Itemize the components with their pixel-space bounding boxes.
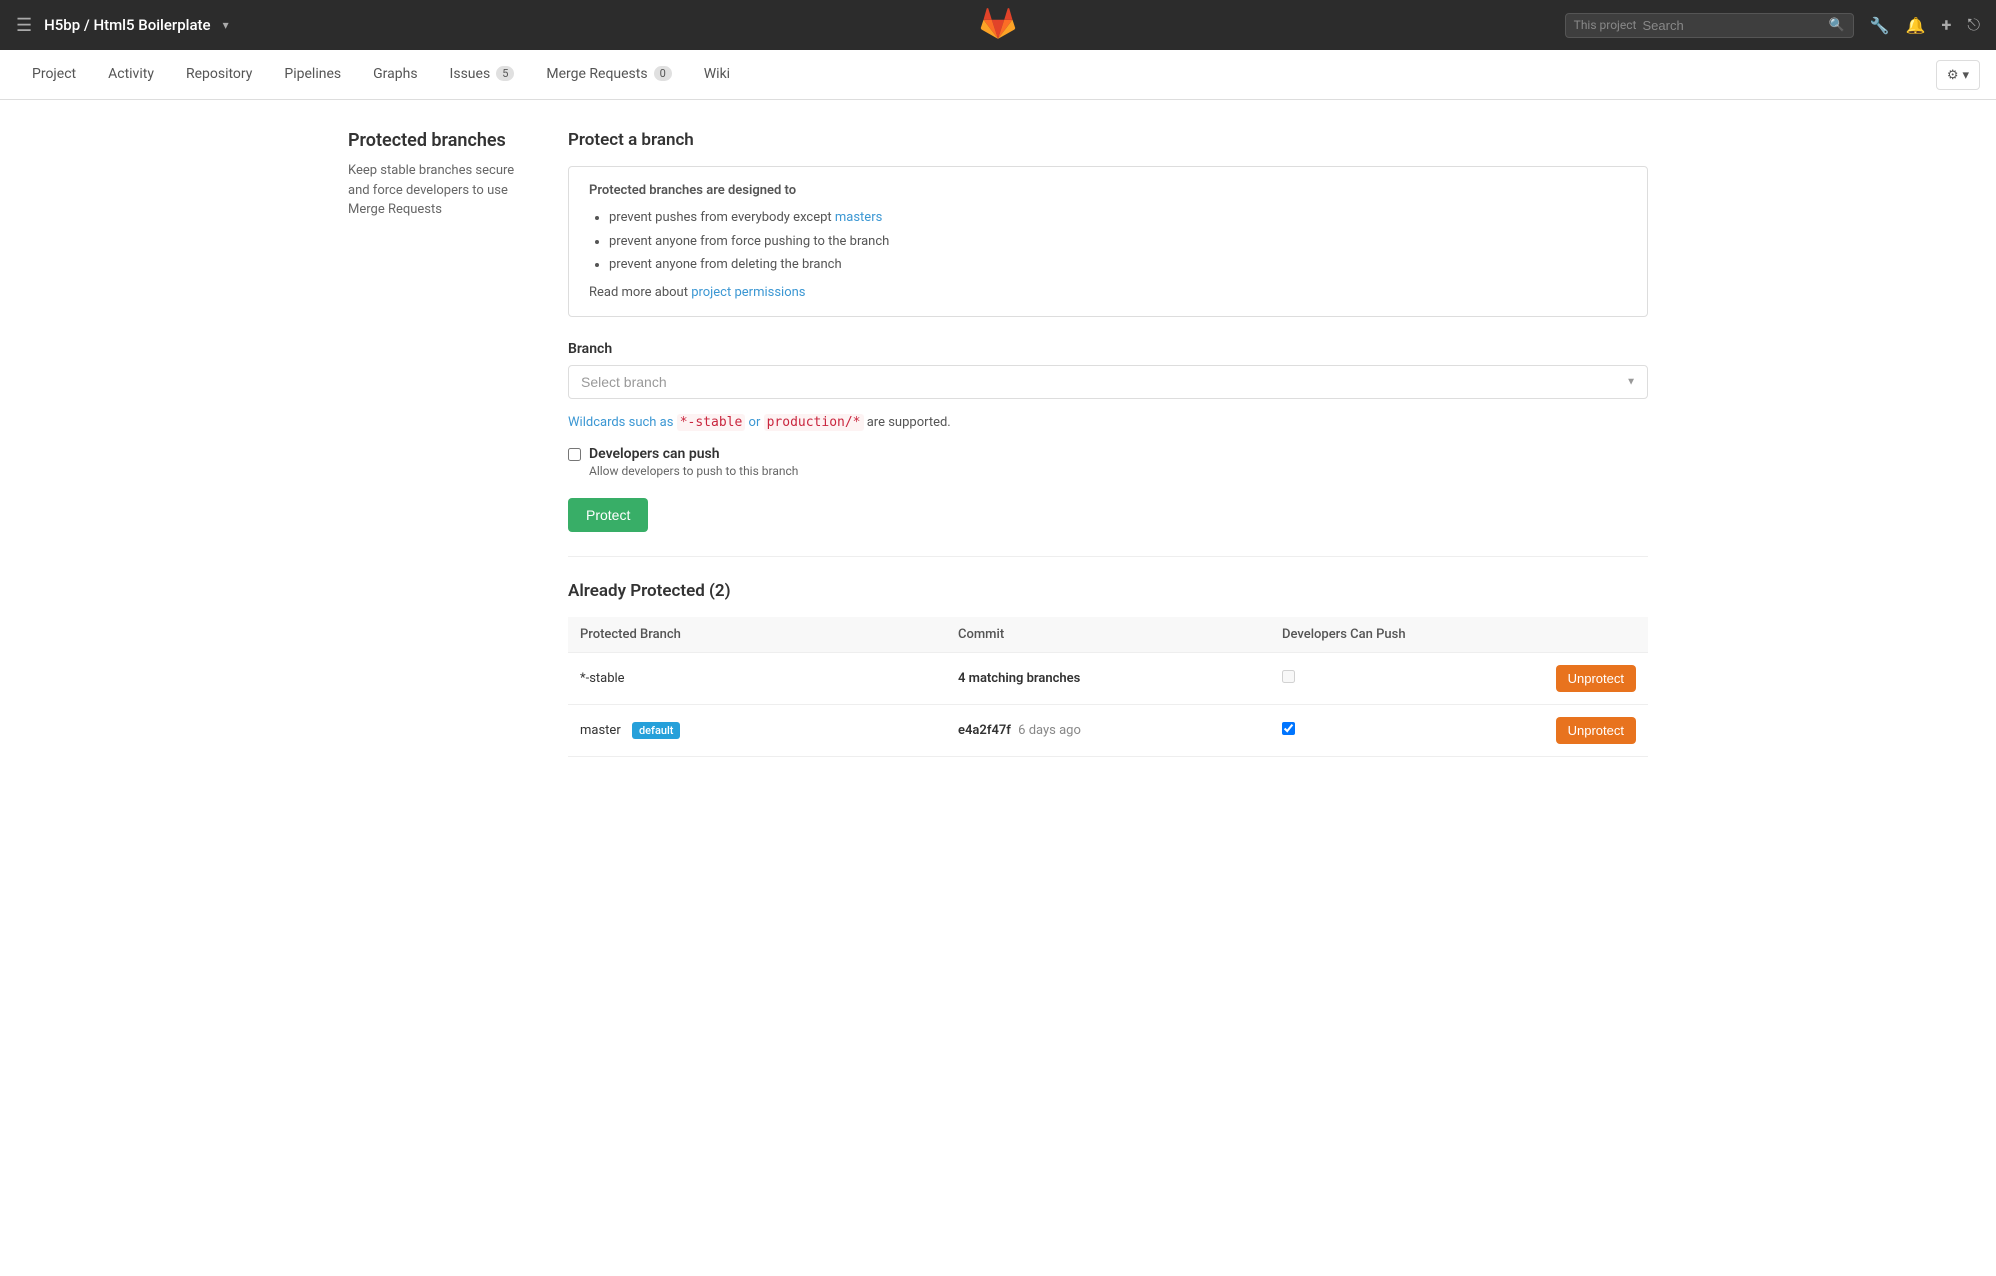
sub-navbar: Project Activity Repository Pipelines Gr… <box>0 50 1996 100</box>
nav-link-wiki[interactable]: Wiki <box>688 52 746 98</box>
commit-stable: 4 matching branches <box>946 652 1270 704</box>
nav-link-issues[interactable]: Issues 5 <box>434 52 531 98</box>
wildcards-link[interactable]: Wildcards <box>568 415 625 430</box>
search-input[interactable] <box>1643 18 1823 33</box>
branch-name-stable: *-stable <box>568 652 946 704</box>
protected-branches-table: Protected Branch Commit Developers Can P… <box>568 617 1648 757</box>
search-box[interactable]: This project 🔍 <box>1565 13 1854 38</box>
plus-icon[interactable]: + <box>1942 15 1952 36</box>
nav-link-graphs[interactable]: Graphs <box>357 52 433 98</box>
app-title[interactable]: H5bp / Html5 Boilerplate <box>44 16 210 34</box>
wildcard-text: Wildcards such as *-stable or production… <box>568 415 1648 430</box>
top-navbar: ☰ H5bp / Html5 Boilerplate ▾ This projec… <box>0 0 1996 50</box>
search-icon: 🔍 <box>1829 18 1845 33</box>
hamburger-icon[interactable]: ☰ <box>16 15 32 36</box>
table-row: *-stable 4 matching branches Unprotect <box>568 652 1648 704</box>
info-box-read-more: Read more about project permissions <box>589 285 1627 300</box>
action-stable: Unprotect <box>1486 652 1648 704</box>
devpush-master <box>1270 704 1486 756</box>
default-badge: default <box>632 722 681 739</box>
table-row: master default e4a2f47f 6 days ago Unpro… <box>568 704 1648 756</box>
checkbox-text: Developers can push Allow developers to … <box>589 446 798 478</box>
gear-icon: ⚙ <box>1947 67 1959 83</box>
branch-select[interactable]: Select branch <box>568 365 1648 399</box>
unprotect-button-master[interactable]: Unprotect <box>1556 717 1636 744</box>
checkbox-description: Allow developers to push to this branch <box>589 464 798 478</box>
branch-name-master: master default <box>568 704 946 756</box>
nav-link-merge-requests[interactable]: Merge Requests 0 <box>530 52 687 98</box>
sidebar-title: Protected branches <box>348 130 538 151</box>
unprotect-button-stable[interactable]: Unprotect <box>1556 665 1636 692</box>
commit-text-stable: 4 matching branches <box>958 671 1080 686</box>
info-box-list: prevent pushes from everybody except mas… <box>589 208 1627 275</box>
issues-badge: 5 <box>496 66 514 81</box>
info-box-title: Protected branches are designed to <box>589 183 1627 198</box>
commit-time-master: 6 days ago <box>1018 723 1081 738</box>
wildcard-code-2: production/* <box>764 414 864 431</box>
nav-link-activity[interactable]: Activity <box>92 52 170 98</box>
merge-requests-badge: 0 <box>654 66 672 81</box>
divider <box>568 556 1648 557</box>
wildcard-code-1: *-stable <box>677 414 746 431</box>
table-body: *-stable 4 matching branches Unprotect m… <box>568 652 1648 756</box>
already-protected-title: Already Protected (2) <box>568 581 1648 601</box>
sidebar-description: Keep stable branches secure and force de… <box>348 161 538 220</box>
info-box-bullet-3: prevent anyone from deleting the branch <box>609 255 1627 275</box>
project-permissions-link[interactable]: project permissions <box>691 285 805 300</box>
title-caret-icon[interactable]: ▾ <box>223 18 229 32</box>
table-header: Protected Branch Commit Developers Can P… <box>568 617 1648 653</box>
checkbox-label[interactable]: Developers can push <box>589 446 720 462</box>
th-dev-can-push: Developers Can Push <box>1270 617 1486 653</box>
master-branch-text: master <box>580 723 621 738</box>
nav-link-project[interactable]: Project <box>16 52 92 98</box>
gitlab-logo <box>980 5 1016 45</box>
masters-link[interactable]: masters <box>835 210 882 225</box>
commit-master: e4a2f47f 6 days ago <box>946 704 1270 756</box>
th-protected-branch: Protected Branch <box>568 617 946 653</box>
th-commit: Commit <box>946 617 1270 653</box>
commit-hash-master: e4a2f47f <box>958 723 1011 738</box>
settings-button[interactable]: ⚙ ▾ <box>1936 60 1980 90</box>
section-title: Protect a branch <box>568 130 1648 150</box>
dev-push-checkbox-row: Developers can push Allow developers to … <box>568 446 1648 478</box>
info-box: Protected branches are designed to preve… <box>568 166 1648 317</box>
th-action <box>1486 617 1648 653</box>
info-box-bullet-1: prevent pushes from everybody except mas… <box>609 208 1627 228</box>
branch-form-group: Branch Select branch <box>568 341 1648 399</box>
nav-link-repository[interactable]: Repository <box>170 52 268 98</box>
devpush-stable <box>1270 652 1486 704</box>
protect-button[interactable]: Protect <box>568 498 648 532</box>
action-master: Unprotect <box>1486 704 1648 756</box>
nav-link-pipelines[interactable]: Pipelines <box>268 52 357 98</box>
sidebar: Protected branches Keep stable branches … <box>348 130 568 757</box>
bell-icon[interactable]: 🔔 <box>1906 16 1926 35</box>
wrench-icon[interactable]: 🔧 <box>1870 16 1890 35</box>
dev-push-checkbox[interactable] <box>568 448 581 461</box>
info-box-bullet-2: prevent anyone from force pushing to the… <box>609 232 1627 252</box>
branch-label: Branch <box>568 341 1648 357</box>
page-content: Protected branches Keep stable branches … <box>328 100 1668 787</box>
devpush-checkbox-master[interactable] <box>1282 722 1295 735</box>
search-scope-label: This project <box>1574 18 1637 32</box>
branch-select-wrapper[interactable]: Select branch <box>568 365 1648 399</box>
signout-icon[interactable]: ⎋ <box>1967 15 1980 35</box>
navbar-right: This project 🔍 🔧 🔔 + ⎋ <box>1565 13 1980 38</box>
main-content: Protect a branch Protected branches are … <box>568 130 1648 757</box>
devpush-checkbox-stable[interactable] <box>1282 670 1295 683</box>
settings-caret-icon: ▾ <box>1962 67 1969 83</box>
sub-nav-links: Project Activity Repository Pipelines Gr… <box>16 52 746 98</box>
